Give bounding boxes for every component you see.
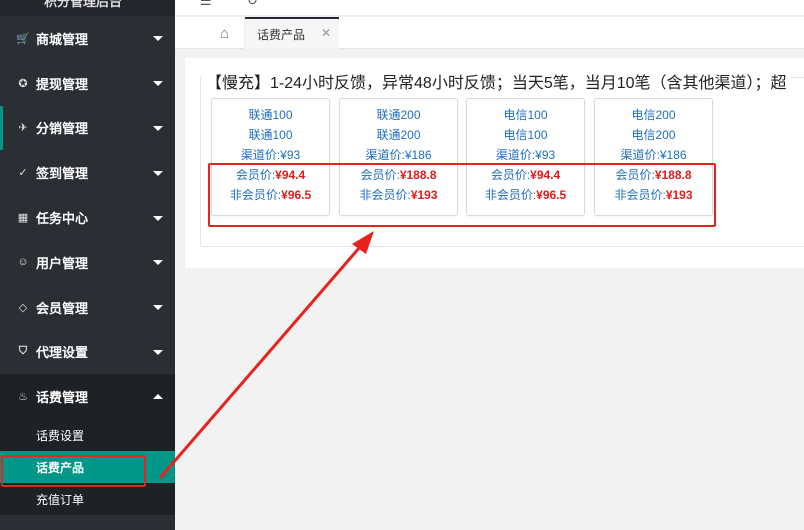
chevron-down-icon — [153, 260, 163, 266]
flame-icon: ♨ — [18, 391, 28, 404]
menu-label: 用户管理 — [36, 255, 89, 271]
submenu-highlight-box — [1, 455, 146, 487]
channel-price: 渠道价:¥93 — [495, 148, 556, 162]
sidebar-brand: 积分管理后台 — [0, 0, 175, 16]
channel-price: 渠道价:¥186 — [365, 148, 432, 162]
submenu-item-settings[interactable]: 话费设置 — [0, 419, 175, 451]
home-tab[interactable]: ⌂ — [205, 17, 245, 49]
channel-price: 渠道价:¥93 — [240, 148, 301, 162]
menu-label: 任务中心 — [36, 211, 89, 227]
chevron-down-icon — [153, 36, 163, 42]
menu-item-mall[interactable]: 🛒 商城管理 — [0, 16, 175, 61]
check-icon: ✓ — [18, 167, 28, 180]
chevron-down-icon — [153, 349, 163, 355]
close-icon[interactable]: ✕ — [321, 26, 331, 40]
fieldset-legend: 【慢充】1-24小时反馈，异常48小时反馈；当天5笔，当月10笔（含其他渠道）；… — [202, 69, 791, 93]
product-name: 电信200 — [631, 108, 676, 122]
diamond-icon: ◇ — [18, 301, 28, 314]
grid-icon: ▦ — [17, 212, 29, 225]
menu-label: 代理设置 — [36, 345, 89, 361]
product-name: 联通100 — [248, 108, 293, 122]
tab-phone-products[interactable]: 话费产品 ✕ — [245, 17, 339, 49]
menu-item-members[interactable]: ◇ 会员管理 — [0, 285, 175, 330]
menu-item-distribution[interactable]: ✈ 分销管理 — [0, 105, 175, 151]
shield-icon: ⛉ — [18, 345, 28, 358]
product-subname: 电信200 — [631, 128, 676, 142]
sidebar: 积分管理后台 🛒 商城管理 ✪ 提现管理 ✈ 分销管理 ✓ 签到管理 ▦ 任务中… — [0, 0, 175, 530]
menu-item-users[interactable]: ☺ 用户管理 — [0, 240, 175, 285]
chevron-down-icon — [153, 125, 163, 131]
withdraw-icon: ✪ — [18, 77, 28, 90]
chevron-up-icon — [153, 393, 163, 399]
main-content: 【慢充】1-24小时反馈，异常48小时反馈；当天5笔，当月10笔（含其他渠道）；… — [175, 49, 804, 530]
menu-item-phone-bill[interactable]: ♨ 话费管理 — [0, 374, 175, 420]
top-bar: ☰ ↻ — [175, 0, 804, 16]
menu-label: 商城管理 — [36, 31, 89, 47]
menu-label: 提现管理 — [36, 76, 89, 92]
submenu-item-orders[interactable]: 充值订单 — [0, 483, 175, 515]
user-icon: ☺ — [17, 256, 29, 269]
tab-label: 话费产品 — [257, 27, 306, 42]
brand-title: 积分管理后台 — [44, 0, 123, 9]
paper-plane-icon: ✈ — [18, 122, 28, 135]
menu-label: 签到管理 — [36, 166, 89, 182]
menu-item-signin[interactable]: ✓ 签到管理 — [0, 150, 175, 195]
menu-label: 分销管理 — [36, 121, 89, 137]
menu-label: 话费管理 — [36, 390, 89, 406]
refresh-icon[interactable]: ↻ — [247, 0, 258, 9]
product-subname: 电信100 — [503, 128, 548, 142]
channel-price: 渠道价:¥186 — [620, 148, 687, 162]
menu-label: 会员管理 — [36, 300, 89, 316]
product-name: 联通200 — [376, 108, 421, 122]
product-subname: 联通200 — [376, 128, 421, 142]
home-icon: ⌂ — [219, 24, 230, 42]
menu-item-agent[interactable]: ⛉ 代理设置 — [0, 330, 175, 375]
tab-bar: ⌂ 话费产品 ✕ — [175, 17, 804, 49]
menu-item-withdraw[interactable]: ✪ 提现管理 — [0, 61, 175, 106]
menu-item-tasks[interactable]: ▦ 任务中心 — [0, 195, 175, 240]
chevron-down-icon — [153, 170, 163, 176]
product-name: 电信100 — [503, 108, 548, 122]
price-highlight-box — [208, 163, 716, 227]
chevron-down-icon — [153, 305, 163, 311]
menu-toggle-icon[interactable]: ☰ — [200, 0, 212, 9]
chevron-down-icon — [153, 215, 163, 221]
chevron-down-icon — [153, 81, 163, 87]
product-subname: 联通100 — [248, 128, 293, 142]
cart-icon: 🛒 — [16, 32, 30, 45]
